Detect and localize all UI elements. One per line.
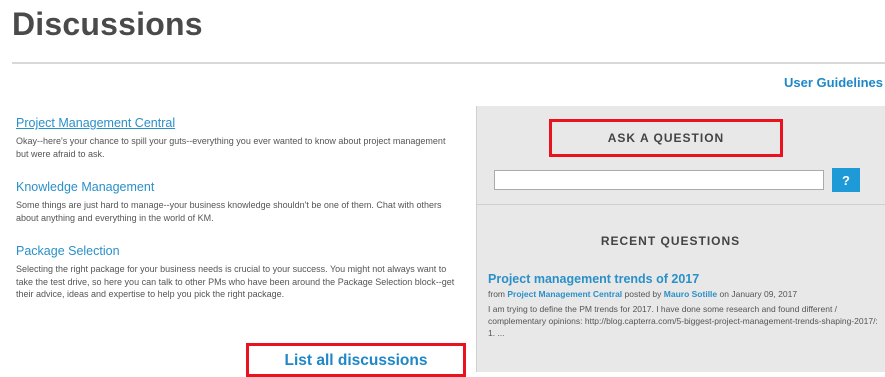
question-meta: from Project Management Central posted b… xyxy=(488,288,880,300)
list-all-discussions-link[interactable]: List all discussions xyxy=(285,352,428,370)
meta-from-label: from xyxy=(488,289,505,299)
meta-date-prefix: on xyxy=(719,289,729,299)
question-date: January 09, 2017 xyxy=(731,289,798,299)
forum-description: Some things are just hard to manage--you… xyxy=(16,200,442,223)
ask-question-heading: ASK A QUESTION xyxy=(607,131,725,145)
question-input[interactable] xyxy=(494,170,824,190)
sidebar-divider xyxy=(476,204,885,205)
forum-item: Project Management Central Okay--here's … xyxy=(16,114,456,160)
meta-posted-by-label: posted by xyxy=(624,289,662,299)
forum-item: Package Selection Selecting the right pa… xyxy=(16,242,456,301)
question-forum-link[interactable]: Project Management Central xyxy=(507,289,622,299)
forum-list: Project Management Central Okay--here's … xyxy=(16,114,456,319)
recent-questions-heading: RECENT QUESTIONS xyxy=(600,234,741,248)
forum-description: Selecting the right package for your bus… xyxy=(16,264,455,299)
question-excerpt: I am trying to define the PM trends for … xyxy=(488,304,878,338)
user-guidelines-link[interactable]: User Guidelines xyxy=(784,75,883,90)
forum-title-link[interactable]: Knowledge Management xyxy=(16,180,154,194)
question-author-link[interactable]: Mauro Sotille xyxy=(664,289,717,299)
recent-question-item: Project management trends of 2017 from P… xyxy=(488,272,880,339)
question-title-link[interactable]: Project management trends of 2017 xyxy=(488,272,880,286)
forum-title-link[interactable]: Project Management Central xyxy=(16,116,175,130)
forum-description: Okay--here's your chance to spill your g… xyxy=(16,136,446,159)
forum-item: Knowledge Management Some things are jus… xyxy=(16,178,456,224)
forum-title-link[interactable]: Package Selection xyxy=(16,244,120,258)
ask-submit-button[interactable]: ? xyxy=(832,168,860,192)
page-title: Discussions xyxy=(12,6,203,42)
title-divider xyxy=(12,62,885,64)
ask-question-highlight: ASK A QUESTION xyxy=(549,119,783,157)
